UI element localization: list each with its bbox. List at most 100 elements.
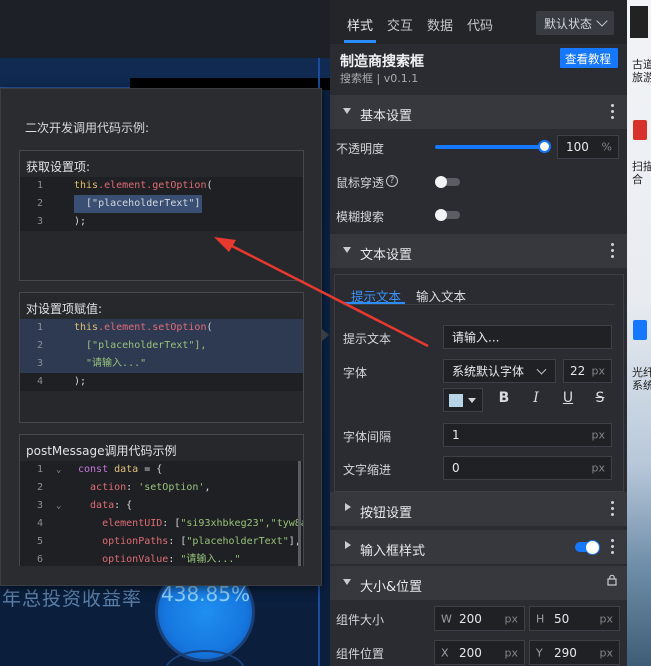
mouse-through-toggle[interactable] — [435, 176, 460, 188]
line-number: 3 — [36, 500, 44, 511]
post-message-title: postMessage调用代码示例 — [26, 444, 177, 458]
text-indent-unit: px — [591, 461, 606, 475]
section-button-settings[interactable]: 按钮设置 — [330, 492, 627, 526]
sub-tab-divider — [343, 304, 615, 305]
code-token: this — [74, 322, 99, 333]
get-option-title: 获取设置项: — [26, 160, 91, 174]
width-prefix: W — [441, 612, 452, 625]
view-tutorial-button[interactable]: 查看教程 — [560, 48, 618, 68]
code-token: ); — [74, 376, 87, 387]
more-icon[interactable] — [611, 539, 614, 555]
canvas-topbar — [0, 0, 330, 58]
strip-text-3: 光纤系统 — [632, 366, 651, 392]
opacity-input[interactable]: 100 % — [557, 135, 619, 159]
code-block[interactable]: 1 ⌄ const data = { 2 action: 'setOption'… — [20, 461, 303, 566]
component-subtitle: 搜索框 | v0.1.1 — [340, 72, 419, 85]
text-indent-label: 文字缩进 — [343, 463, 392, 477]
line-number: 6 — [36, 554, 44, 565]
strikethrough-button[interactable]: S — [589, 390, 611, 410]
line-number: 2 — [36, 482, 44, 493]
font-family-select[interactable]: 系统默认字体 — [443, 359, 556, 383]
underline-button[interactable]: U — [557, 390, 579, 410]
section-label: 输入框样式 — [360, 544, 426, 559]
fuzzy-search-toggle[interactable] — [435, 209, 460, 221]
italic-button[interactable]: I — [525, 390, 547, 410]
x-value: 200 — [459, 645, 482, 660]
code-token: ["placeholderText"], — [74, 340, 207, 351]
fold-chevron-icon[interactable]: ⌄ — [56, 497, 61, 515]
tab-interaction[interactable]: 交互 — [387, 15, 413, 34]
width-value: 200 — [459, 611, 482, 626]
line-number: 1 — [36, 322, 44, 333]
code-block[interactable]: 1 this.element.setOption( 2 ["placeholde… — [20, 319, 303, 391]
line-number: 4 — [36, 518, 44, 529]
code-token: : — [126, 482, 139, 493]
code-line: 6 optionValue: "请输入..." — [20, 551, 303, 566]
section-basic-settings[interactable]: 基本设置 — [330, 95, 627, 129]
section-text-settings[interactable]: 文本设置 — [330, 234, 627, 268]
x-unit: px — [504, 646, 519, 659]
sub-tab-input-text[interactable]: 输入文本 — [416, 286, 466, 305]
height-value: 50 — [554, 611, 570, 626]
scrollbar[interactable] — [298, 461, 301, 566]
font-size-input[interactable]: 22 px — [563, 359, 612, 383]
line-number: 2 — [36, 340, 44, 351]
placeholder-value: 请输入... — [452, 330, 500, 345]
code-block[interactable]: 1 this.element.getOption( 2 ["placeholde… — [20, 177, 303, 231]
tab-style[interactable]: 样式 — [347, 15, 373, 34]
code-line: 2 ["placeholderText"] — [20, 195, 303, 213]
code-line: 3 "请输入..." — [20, 355, 303, 373]
help-icon[interactable]: ? — [386, 175, 398, 187]
code-token: .element.setOption — [98, 322, 207, 333]
opacity-value: 100 — [566, 140, 589, 154]
panel-tabs: 样式 交互 数据 代码 默认状态 — [330, 0, 627, 44]
letter-spacing-input[interactable]: 1 px — [443, 423, 612, 447]
set-option-title: 对设置项赋值: — [26, 302, 103, 316]
line-number: 1 — [36, 180, 44, 191]
size-label: 组件大小 — [336, 613, 385, 627]
state-select[interactable]: 默认状态 — [536, 11, 614, 35]
code-token: ( — [206, 322, 213, 333]
code-token: ( — [206, 180, 213, 191]
more-icon[interactable] — [611, 243, 614, 259]
code-line: 3 ⌄ data: { — [20, 497, 303, 515]
font-size-unit: px — [591, 364, 606, 378]
y-prefix: Y — [536, 646, 543, 659]
code-line: 1 this.element.setOption( — [20, 319, 303, 337]
y-unit: px — [599, 646, 614, 659]
width-input[interactable]: W 200 px — [434, 606, 525, 631]
placeholder-input[interactable]: 请输入... — [443, 325, 612, 349]
font-size-value: 22 — [570, 364, 586, 378]
tab-code[interactable]: 代码 — [467, 15, 493, 34]
code-line: 4 elementUID: ["si93xhbkeg23","tyw8ays0d — [20, 515, 303, 533]
code-token: const — [78, 464, 115, 475]
height-input[interactable]: H 50 px — [529, 606, 620, 631]
code-token: : — [168, 554, 181, 565]
blue-app-icon — [633, 320, 647, 340]
red-app-icon — [633, 120, 647, 140]
caret-down-icon — [468, 398, 476, 403]
tab-data[interactable]: 数据 — [427, 15, 453, 34]
code-token: : [ — [162, 518, 181, 529]
text-indent-input[interactable]: 0 px — [443, 456, 612, 480]
code-token: elementUID — [78, 518, 163, 529]
strip-text-1: 古道旅游 — [632, 58, 651, 84]
code-token: = { — [138, 464, 163, 475]
fold-chevron-icon[interactable]: ⌄ — [56, 461, 61, 479]
text-color-picker[interactable] — [443, 388, 483, 412]
more-icon[interactable] — [611, 501, 614, 517]
section-size-position[interactable]: 大小&位置 — [330, 566, 627, 600]
input-style-toggle[interactable] — [575, 540, 600, 555]
code-line: 4 ); — [20, 373, 303, 391]
lock-icon[interactable] — [606, 574, 618, 586]
more-icon[interactable] — [611, 104, 614, 120]
x-input[interactable]: X 200 px — [434, 640, 525, 665]
section-label: 按钮设置 — [360, 506, 413, 521]
opacity-slider-track[interactable] — [435, 145, 547, 149]
y-input[interactable]: Y 290 px — [529, 640, 620, 665]
bold-button[interactable]: B — [493, 390, 515, 410]
placeholder-label: 提示文本 — [343, 332, 392, 346]
x-prefix: X — [441, 646, 449, 659]
state-select-value: 默认状态 — [544, 17, 593, 31]
opacity-slider-handle[interactable] — [538, 140, 551, 153]
